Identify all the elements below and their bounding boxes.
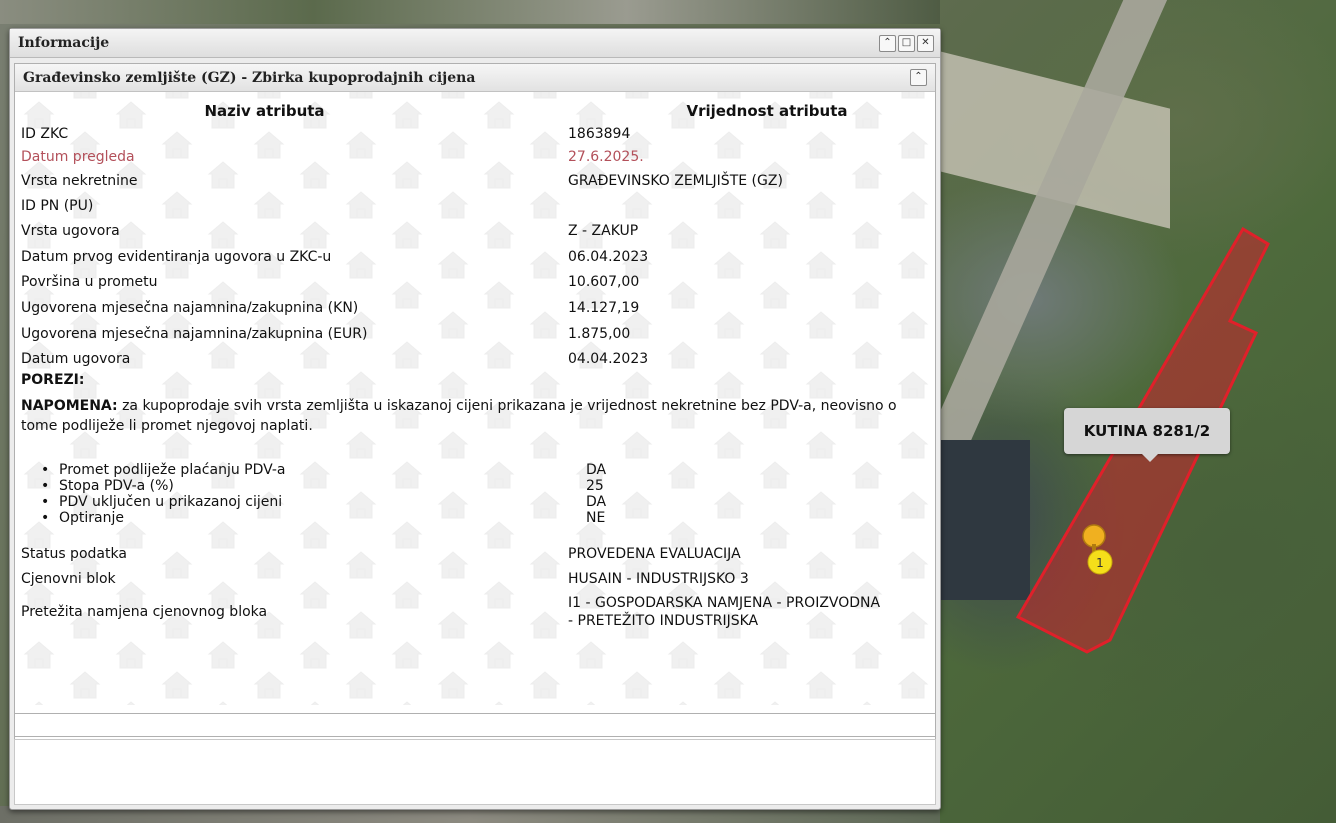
panel-header[interactable]: Informacije ⌃ □ ✕ [10, 29, 940, 58]
table-row: Vrsta ugovora Z - ZAKUP [21, 223, 926, 239]
row-label: Površina u prometu [21, 274, 158, 290]
parcel-tooltip: KUTINA 8281/2 [1064, 408, 1230, 462]
list-item-value: 25 [586, 478, 604, 494]
table-row: Ugovorena mjesečna najamnina/zakupnina (… [21, 326, 926, 342]
row-label: Vrsta nekretnine [21, 173, 138, 189]
row-value: 1863894 [568, 126, 631, 142]
list-item-label: Promet podliježe plaćanju PDV-a [41, 462, 586, 478]
row-label: Ugovorena mjesečna najamnina/zakupnina (… [21, 326, 368, 342]
row-value: 10.607,00 [568, 274, 640, 290]
marker-number: 1 [1096, 556, 1104, 570]
row-value: I1 - GOSPODARSKA NAMJENA - PROIZVODNA - … [568, 594, 926, 630]
note-label: NAPOMENA: [21, 398, 118, 414]
row-label: Vrsta ugovora [21, 223, 120, 239]
attribute-section: Građevinsko zemljište (GZ) - Zbirka kupo… [14, 63, 936, 741]
collapse-icon[interactable]: ⌃ [879, 34, 896, 52]
row-value: GRAĐEVINSKO ZEMLJIŠTE (GZ) [568, 173, 783, 189]
vat-note: NAPOMENA: za kupoprodaje svih vrsta zeml… [21, 396, 921, 436]
list-item-value: DA [586, 494, 607, 510]
section-title: Građevinsko zemljište (GZ) - Zbirka kupo… [23, 69, 476, 86]
row-value: PROVEDENA EVALUACIJA [568, 546, 741, 562]
list-item: PDV uključen u prikazanoj cijeniDA [41, 494, 926, 510]
row-value-line: I1 - GOSPODARSKA NAMJENA - PROIZVODNA [568, 595, 881, 611]
list-item: OptiranjeNE [41, 510, 926, 526]
table-row: Datum pregleda 27.6.2025. [21, 149, 926, 165]
table-row: Cjenovni blok HUSAIN - INDUSTRIJSKO 3 [21, 571, 926, 587]
row-value: 14.127,19 [568, 300, 640, 316]
table-row: Vrsta nekretnine GRAĐEVINSKO ZEMLJIŠTE (G… [21, 173, 926, 189]
row-value: 06.04.2023 [568, 249, 649, 265]
note-text: za kupoprodaje svih vrsta zemljišta u is… [21, 398, 897, 434]
list-item-label: Optiranje [41, 510, 586, 526]
close-icon[interactable]: ✕ [917, 34, 934, 52]
table-row: ID PN (PU) [21, 198, 926, 214]
table-row: Površina u prometu 10.607,00 [21, 274, 926, 290]
table-row: Ugovorena mjesečna najamnina/zakupnina (… [21, 300, 926, 316]
row-value: HUSAIN - INDUSTRIJSKO 3 [568, 571, 749, 587]
parcel-tooltip-label: KUTINA 8281/2 [1083, 422, 1211, 440]
row-value [568, 198, 926, 214]
row-value: 04.04.2023 [568, 351, 649, 367]
list-item-label: Stopa PDV-a (%) [41, 478, 586, 494]
list-item-label: PDV uključen u prikazanoj cijeni [41, 494, 586, 510]
row-value-line: - PRETEŽITO INDUSTRIJSKA [568, 613, 759, 629]
table-header: Naziv atributa Vrijednost atributa [21, 102, 926, 120]
table-row: ID ZKC 1863894 [21, 126, 926, 142]
row-label: ID PN (PU) [21, 198, 94, 214]
table-row: Status podatka PROVEDENA EVALUACIJA [21, 546, 926, 562]
section-collapse-icon[interactable]: ⌃ [910, 69, 927, 86]
row-label: Datum pregleda [21, 149, 135, 165]
table-row: Pretežita namjena cjenovnog bloka I1 - G… [21, 594, 926, 630]
section-header[interactable]: Građevinsko zemljište (GZ) - Zbirka kupo… [15, 64, 935, 92]
location-marker[interactable]: 1 [1080, 522, 1120, 586]
list-item-value: NE [586, 510, 606, 526]
panel-empty-row [14, 713, 936, 737]
info-panel[interactable]: Informacije ⌃ □ ✕ Građevinsko zemljište … [9, 28, 941, 810]
panel-title: Informacije [18, 35, 110, 51]
maximize-icon[interactable]: □ [898, 34, 915, 52]
row-label: Pretežita namjena cjenovnog bloka [21, 604, 268, 620]
panel-empty-area [14, 739, 936, 805]
row-label: Status podatka [21, 546, 127, 562]
row-value: 27.6.2025. [568, 149, 644, 165]
porezi-heading: POREZI: [21, 372, 926, 388]
row-value: Z - ZAKUP [568, 223, 639, 239]
list-item: Stopa PDV-a (%)25 [41, 478, 926, 494]
list-item-value: DA [586, 462, 607, 478]
list-item: Promet podliježe plaćanju PDV-aDA [41, 462, 926, 478]
table-row: Datum prvog evidentiranja ugovora u ZKC-… [21, 249, 926, 265]
row-label: Cjenovni blok [21, 571, 116, 587]
row-label: Ugovorena mjesečna najamnina/zakupnina (… [21, 300, 359, 316]
map-pin-icon: 1 [1082, 524, 1113, 575]
header-attribute-name: Naziv atributa [204, 102, 325, 120]
attribute-table: Naziv atributa Vrijednost atributa ID ZK… [15, 92, 935, 705]
panel-tools: ⌃ □ ✕ [879, 34, 934, 52]
row-value: 1.875,00 [568, 326, 631, 342]
header-attribute-value: Vrijednost atributa [686, 102, 848, 120]
porezi-heading-text: POREZI: [21, 372, 85, 388]
table-row: Datum ugovora 04.04.2023 [21, 351, 926, 367]
row-label: ID ZKC [21, 126, 69, 142]
row-label: Datum prvog evidentiranja ugovora u ZKC-… [21, 249, 332, 265]
row-label: Datum ugovora [21, 351, 131, 367]
